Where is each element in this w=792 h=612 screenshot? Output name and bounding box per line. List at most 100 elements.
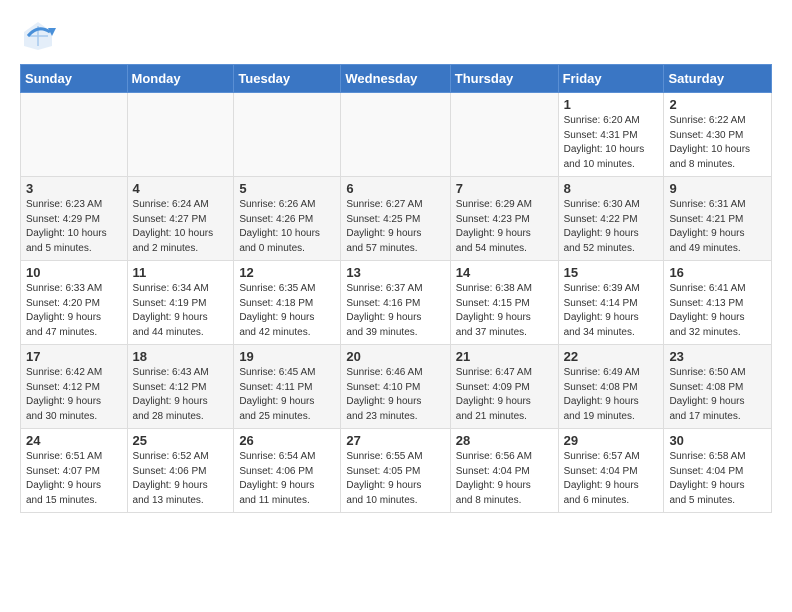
calendar-cell: 14 Sunrise: 6:38 AMSunset: 4:15 PMDayligh… bbox=[450, 261, 558, 345]
day-info: Sunrise: 6:35 AMSunset: 4:18 PMDaylight:… bbox=[239, 282, 335, 340]
calendar-week-row: 24 Sunrise: 6:51 AMSunset: 4:07 PMDayligh… bbox=[21, 429, 772, 513]
day-info: Sunrise: 6:22 AMSunset: 4:30 PMDaylight:… bbox=[669, 114, 766, 172]
calendar-cell: 10Sunrise: 6:33 AMSunset: 4:20 PMDayligh… bbox=[21, 261, 128, 345]
day-number: 24 bbox=[26, 433, 122, 448]
day-info: Sunrise: 6:58 AMSunset: 4:04 PMDaylight:… bbox=[669, 450, 766, 508]
day-number: 28 bbox=[456, 433, 553, 448]
day-number: 11 bbox=[133, 265, 229, 280]
logo bbox=[20, 18, 60, 54]
calendar-cell bbox=[234, 93, 341, 177]
weekday-header-wednesday: Wednesday bbox=[341, 65, 450, 93]
day-number: 15 bbox=[564, 265, 659, 280]
day-info: Sunrise: 6:54 AMSunset: 4:06 PMDaylight:… bbox=[239, 450, 335, 508]
calendar-cell bbox=[341, 93, 450, 177]
day-number: 16 bbox=[669, 265, 766, 280]
calendar-cell: 12 Sunrise: 6:35 AMSunset: 4:18 PMDayligh… bbox=[234, 261, 341, 345]
weekday-header-tuesday: Tuesday bbox=[234, 65, 341, 93]
calendar-cell: 4 Sunrise: 6:24 AMSunset: 4:27 PMDaylight… bbox=[127, 177, 234, 261]
page-header bbox=[0, 0, 792, 64]
day-number: 23 bbox=[669, 349, 766, 364]
calendar-week-row: 1 Sunrise: 6:20 AMSunset: 4:31 PMDaylight… bbox=[21, 93, 772, 177]
calendar-cell: 16 Sunrise: 6:41 AMSunset: 4:13 PMDayligh… bbox=[664, 261, 772, 345]
day-info: Sunrise: 6:49 AMSunset: 4:08 PMDaylight:… bbox=[564, 366, 659, 424]
day-number: 6 bbox=[346, 181, 444, 196]
day-info: Sunrise: 6:30 AMSunset: 4:22 PMDaylight:… bbox=[564, 198, 659, 256]
calendar-cell: 1 Sunrise: 6:20 AMSunset: 4:31 PMDaylight… bbox=[558, 93, 664, 177]
day-number: 2 bbox=[669, 97, 766, 112]
calendar-cell bbox=[21, 93, 128, 177]
calendar-cell: 15 Sunrise: 6:39 AMSunset: 4:14 PMDayligh… bbox=[558, 261, 664, 345]
day-number: 12 bbox=[239, 265, 335, 280]
calendar-cell: 8Sunrise: 6:30 AMSunset: 4:22 PMDaylight… bbox=[558, 177, 664, 261]
calendar-cell: 21 Sunrise: 6:47 AMSunset: 4:09 PMDayligh… bbox=[450, 345, 558, 429]
day-number: 25 bbox=[133, 433, 229, 448]
day-info: Sunrise: 6:47 AMSunset: 4:09 PMDaylight:… bbox=[456, 366, 553, 424]
calendar-cell: 19 Sunrise: 6:45 AMSunset: 4:11 PMDayligh… bbox=[234, 345, 341, 429]
calendar-cell: 7Sunrise: 6:29 AMSunset: 4:23 PMDaylight… bbox=[450, 177, 558, 261]
calendar-cell: 28 Sunrise: 6:56 AMSunset: 4:04 PMDayligh… bbox=[450, 429, 558, 513]
day-info: Sunrise: 6:34 AMSunset: 4:19 PMDaylight:… bbox=[133, 282, 229, 340]
day-info: Sunrise: 6:43 AMSunset: 4:12 PMDaylight:… bbox=[133, 366, 229, 424]
day-number: 21 bbox=[456, 349, 553, 364]
day-info: Sunrise: 6:52 AMSunset: 4:06 PMDaylight:… bbox=[133, 450, 229, 508]
day-info: Sunrise: 6:37 AMSunset: 4:16 PMDaylight:… bbox=[346, 282, 444, 340]
weekday-header-monday: Monday bbox=[127, 65, 234, 93]
day-number: 14 bbox=[456, 265, 553, 280]
day-number: 3 bbox=[26, 181, 122, 196]
day-number: 5 bbox=[239, 181, 335, 196]
day-number: 17 bbox=[26, 349, 122, 364]
day-info: Sunrise: 6:27 AMSunset: 4:25 PMDaylight:… bbox=[346, 198, 444, 256]
calendar-cell bbox=[127, 93, 234, 177]
day-info: Sunrise: 6:45 AMSunset: 4:11 PMDaylight:… bbox=[239, 366, 335, 424]
calendar-week-row: 3 Sunrise: 6:23 AMSunset: 4:29 PMDaylight… bbox=[21, 177, 772, 261]
day-info: Sunrise: 6:51 AMSunset: 4:07 PMDaylight:… bbox=[26, 450, 122, 508]
day-number: 18 bbox=[133, 349, 229, 364]
calendar-cell: 22 Sunrise: 6:49 AMSunset: 4:08 PMDayligh… bbox=[558, 345, 664, 429]
day-info: Sunrise: 6:41 AMSunset: 4:13 PMDaylight:… bbox=[669, 282, 766, 340]
calendar-cell: 18 Sunrise: 6:43 AMSunset: 4:12 PMDayligh… bbox=[127, 345, 234, 429]
day-number: 19 bbox=[239, 349, 335, 364]
day-number: 30 bbox=[669, 433, 766, 448]
day-info: Sunrise: 6:29 AMSunset: 4:23 PMDaylight:… bbox=[456, 198, 553, 256]
day-number: 29 bbox=[564, 433, 659, 448]
calendar-cell: 27Sunrise: 6:55 AMSunset: 4:05 PMDayligh… bbox=[341, 429, 450, 513]
calendar-wrapper: SundayMondayTuesdayWednesdayThursdayFrid… bbox=[0, 64, 792, 523]
calendar-week-row: 17 Sunrise: 6:42 AMSunset: 4:12 PMDayligh… bbox=[21, 345, 772, 429]
calendar-cell: 17 Sunrise: 6:42 AMSunset: 4:12 PMDayligh… bbox=[21, 345, 128, 429]
day-number: 22 bbox=[564, 349, 659, 364]
calendar-cell: 29 Sunrise: 6:57 AMSunset: 4:04 PMDayligh… bbox=[558, 429, 664, 513]
day-info: Sunrise: 6:23 AMSunset: 4:29 PMDaylight:… bbox=[26, 198, 122, 256]
calendar-week-row: 10Sunrise: 6:33 AMSunset: 4:20 PMDayligh… bbox=[21, 261, 772, 345]
day-number: 4 bbox=[133, 181, 229, 196]
calendar-cell: 11 Sunrise: 6:34 AMSunset: 4:19 PMDayligh… bbox=[127, 261, 234, 345]
logo-icon bbox=[20, 18, 56, 54]
day-info: Sunrise: 6:46 AMSunset: 4:10 PMDaylight:… bbox=[346, 366, 444, 424]
calendar-cell: 23Sunrise: 6:50 AMSunset: 4:08 PMDayligh… bbox=[664, 345, 772, 429]
day-info: Sunrise: 6:42 AMSunset: 4:12 PMDaylight:… bbox=[26, 366, 122, 424]
day-info: Sunrise: 6:57 AMSunset: 4:04 PMDaylight:… bbox=[564, 450, 659, 508]
calendar-cell bbox=[450, 93, 558, 177]
day-number: 13 bbox=[346, 265, 444, 280]
day-info: Sunrise: 6:38 AMSunset: 4:15 PMDaylight:… bbox=[456, 282, 553, 340]
day-number: 26 bbox=[239, 433, 335, 448]
calendar-cell: 5 Sunrise: 6:26 AMSunset: 4:26 PMDaylight… bbox=[234, 177, 341, 261]
calendar-table: SundayMondayTuesdayWednesdayThursdayFrid… bbox=[20, 64, 772, 513]
calendar-cell: 24 Sunrise: 6:51 AMSunset: 4:07 PMDayligh… bbox=[21, 429, 128, 513]
day-info: Sunrise: 6:24 AMSunset: 4:27 PMDaylight:… bbox=[133, 198, 229, 256]
day-number: 9 bbox=[669, 181, 766, 196]
weekday-header-sunday: Sunday bbox=[21, 65, 128, 93]
day-info: Sunrise: 6:39 AMSunset: 4:14 PMDaylight:… bbox=[564, 282, 659, 340]
day-number: 1 bbox=[564, 97, 659, 112]
weekday-header-friday: Friday bbox=[558, 65, 664, 93]
calendar-cell: 9Sunrise: 6:31 AMSunset: 4:21 PMDaylight… bbox=[664, 177, 772, 261]
day-info: Sunrise: 6:20 AMSunset: 4:31 PMDaylight:… bbox=[564, 114, 659, 172]
calendar-header-row: SundayMondayTuesdayWednesdayThursdayFrid… bbox=[21, 65, 772, 93]
calendar-cell: 20 Sunrise: 6:46 AMSunset: 4:10 PMDayligh… bbox=[341, 345, 450, 429]
day-number: 27 bbox=[346, 433, 444, 448]
day-number: 20 bbox=[346, 349, 444, 364]
day-info: Sunrise: 6:26 AMSunset: 4:26 PMDaylight:… bbox=[239, 198, 335, 256]
day-info: Sunrise: 6:56 AMSunset: 4:04 PMDaylight:… bbox=[456, 450, 553, 508]
calendar-cell: 30 Sunrise: 6:58 AMSunset: 4:04 PMDayligh… bbox=[664, 429, 772, 513]
calendar-cell: 3 Sunrise: 6:23 AMSunset: 4:29 PMDaylight… bbox=[21, 177, 128, 261]
weekday-header-saturday: Saturday bbox=[664, 65, 772, 93]
